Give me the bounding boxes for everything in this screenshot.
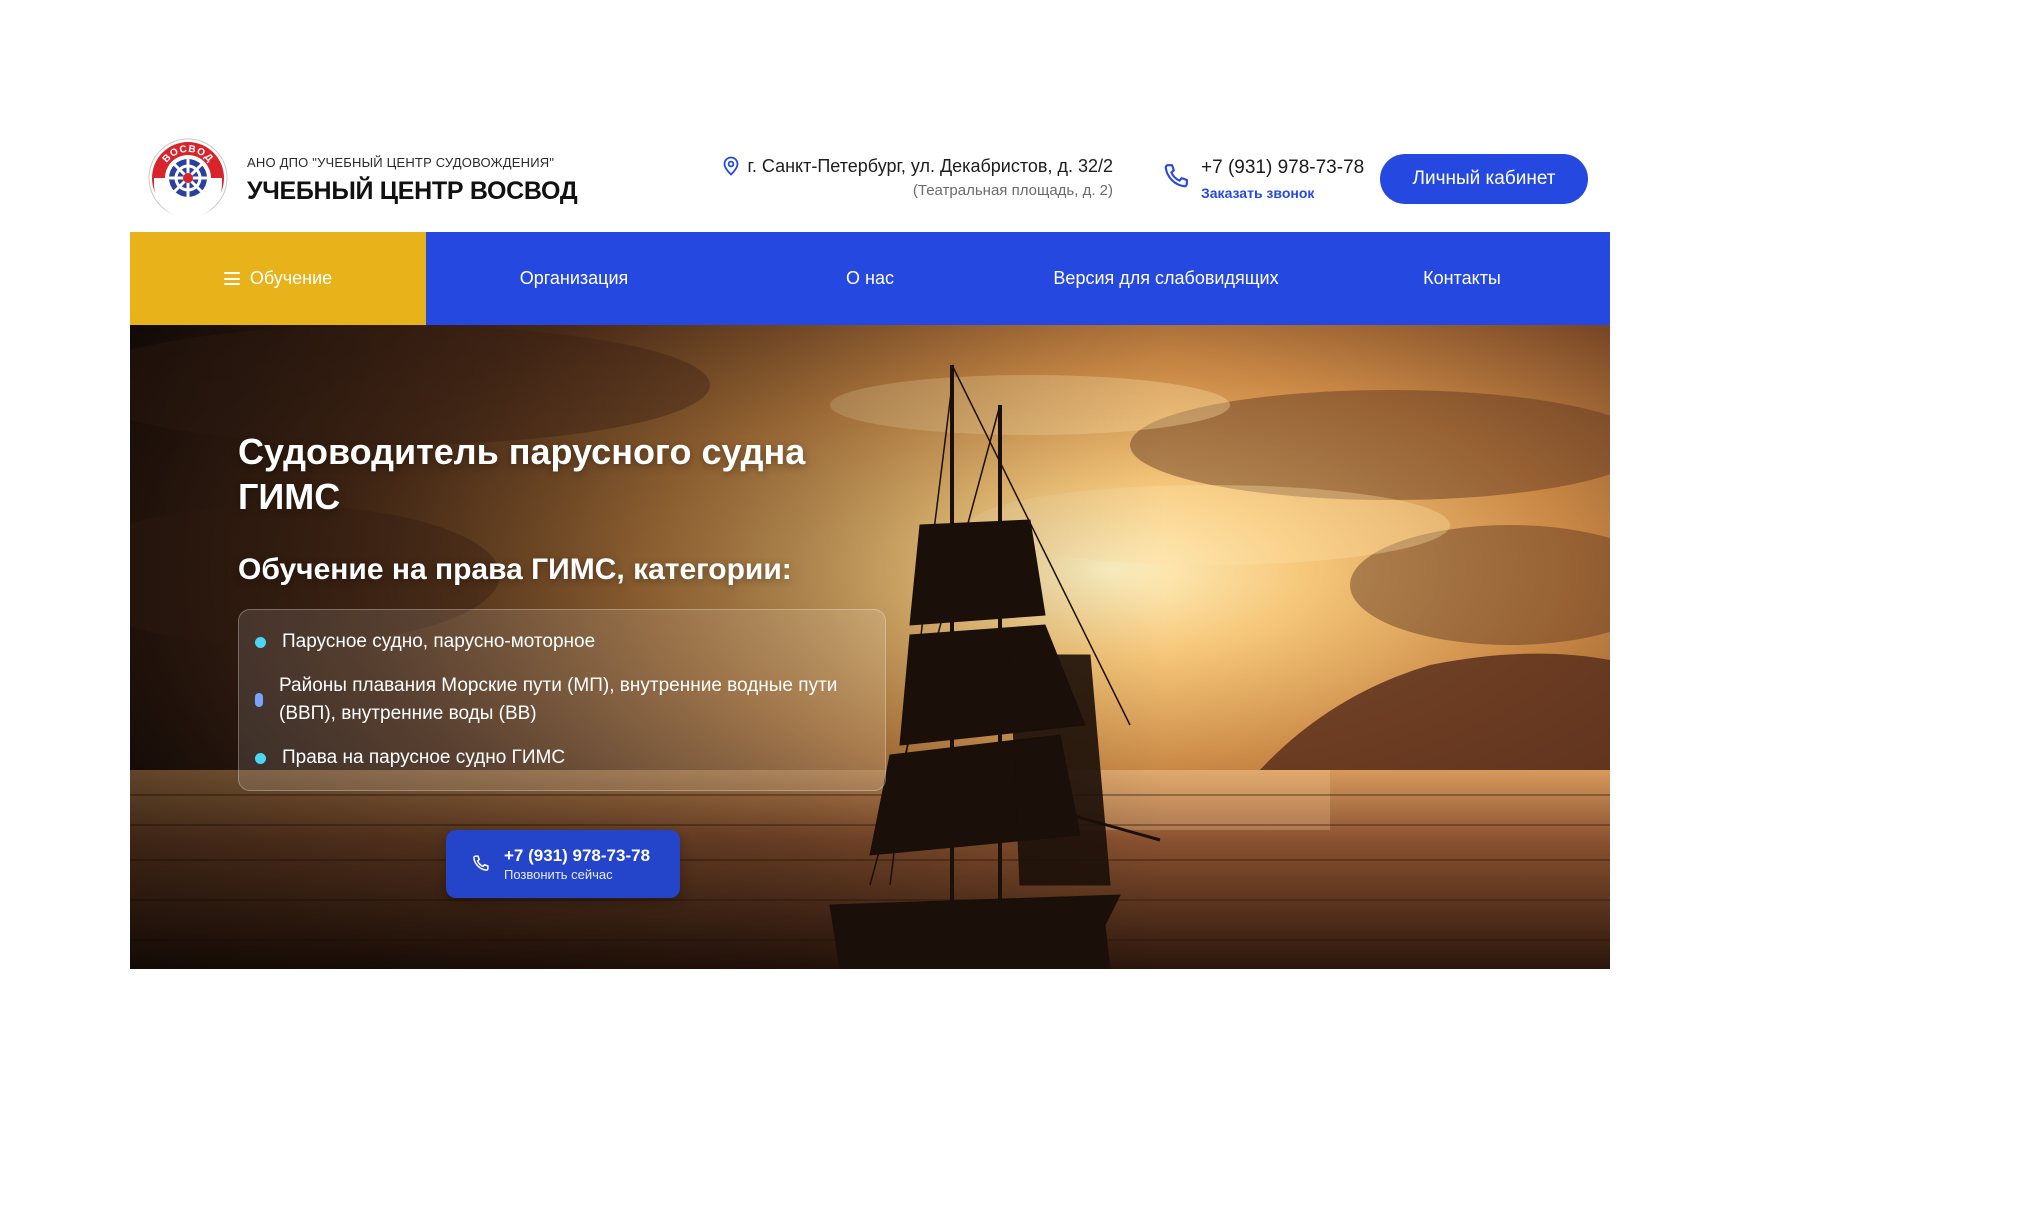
burger-menu-icon (223, 272, 240, 285)
org-title-block: АНО ДПО "УЧЕБНЫЙ ЦЕНТР СУДОВОЖДЕНИЯ" УЧЕ… (247, 154, 578, 206)
category-text: Права на парусное судно ГИМС (282, 747, 566, 768)
phone-icon (473, 855, 489, 871)
bullet-dot (255, 752, 266, 764)
logo[interactable]: ВОСВОД РОССИЯ (148, 138, 228, 218)
call-button-phone: +7 (931) 978-73-78 (504, 845, 651, 865)
address-block: г. Санкт-Петербург, ул. Декабристов, д. … (708, 154, 1113, 202)
personal-cabinet-button[interactable]: Личный кабинет (1380, 154, 1588, 204)
main-nav: Обучение Организация О нас Версия для сл… (130, 232, 1610, 325)
bullet-dot (255, 693, 263, 707)
nav-item-accessibility[interactable]: Версия для слабовидящих (1018, 232, 1314, 325)
call-button-caption: Позвонить сейчас (504, 866, 613, 882)
category-text: Районы плавания Морские пути (МП), внутр… (279, 675, 838, 724)
address-text: г. Санкт-Петербург, ул. Декабристов, д. … (747, 156, 1113, 176)
list-item: Права на парусное судно ГИМС (255, 744, 861, 772)
site-header: ВОСВОД РОССИЯ АНО ДПО "УЧЕБНЫЙ ЦЕНТР СУД… (130, 134, 1610, 232)
hero-subtitle: Обучение на права ГИМС, категории: (238, 553, 792, 586)
org-name: УЧЕБНЫЙ ЦЕНТР ВОСВОД (247, 177, 578, 205)
nav-item-label: Контакты (1423, 268, 1501, 288)
call-now-button[interactable]: +7 (931) 978-73-78 Позвонить сейчас (446, 830, 680, 898)
map-pin-icon (723, 156, 738, 176)
org-subtitle: АНО ДПО "УЧЕБНЫЙ ЦЕНТР СУДОВОЖДЕНИЯ" (247, 155, 555, 170)
nav-item-label: Версия для слабовидящих (1053, 268, 1279, 288)
nav-item-label: О нас (846, 268, 894, 288)
bullet-dot (255, 636, 266, 648)
nav-item-organization[interactable]: Организация (426, 232, 722, 325)
hero-title: Судоводитель парусного судна ГИМС (238, 431, 806, 517)
phone-block: +7 (931) 978-73-78 Заказать звонок (1160, 156, 1380, 206)
nav-item-label: Организация (519, 268, 629, 288)
category-text: Парусное судно, парусно-моторное (282, 631, 596, 652)
nav-item-about[interactable]: О нас (722, 232, 1018, 325)
address-note: (Театральная площадь, д. 2) (912, 182, 1113, 199)
header-phone-number[interactable]: +7 (931) 978-73-78 (1201, 156, 1364, 180)
list-item: Парусное судно, парусно-моторное (255, 628, 861, 656)
phone-icon (1164, 164, 1188, 188)
nav-item-training[interactable]: Обучение (130, 232, 426, 325)
nav-item-label: Обучение (249, 268, 333, 288)
hero-banner: Судоводитель парусного судна ГИМС Обучен… (130, 325, 1610, 969)
categories-list: Парусное судно, парусно-моторное Районы … (238, 609, 886, 791)
list-item: Районы плавания Морские пути (МП), внутр… (255, 672, 861, 728)
callback-link[interactable]: Заказать звонок (1201, 184, 1314, 202)
hero-content: Судоводитель парусного судна ГИМС Обучен… (238, 429, 938, 791)
nav-item-contacts[interactable]: Контакты (1314, 232, 1610, 325)
